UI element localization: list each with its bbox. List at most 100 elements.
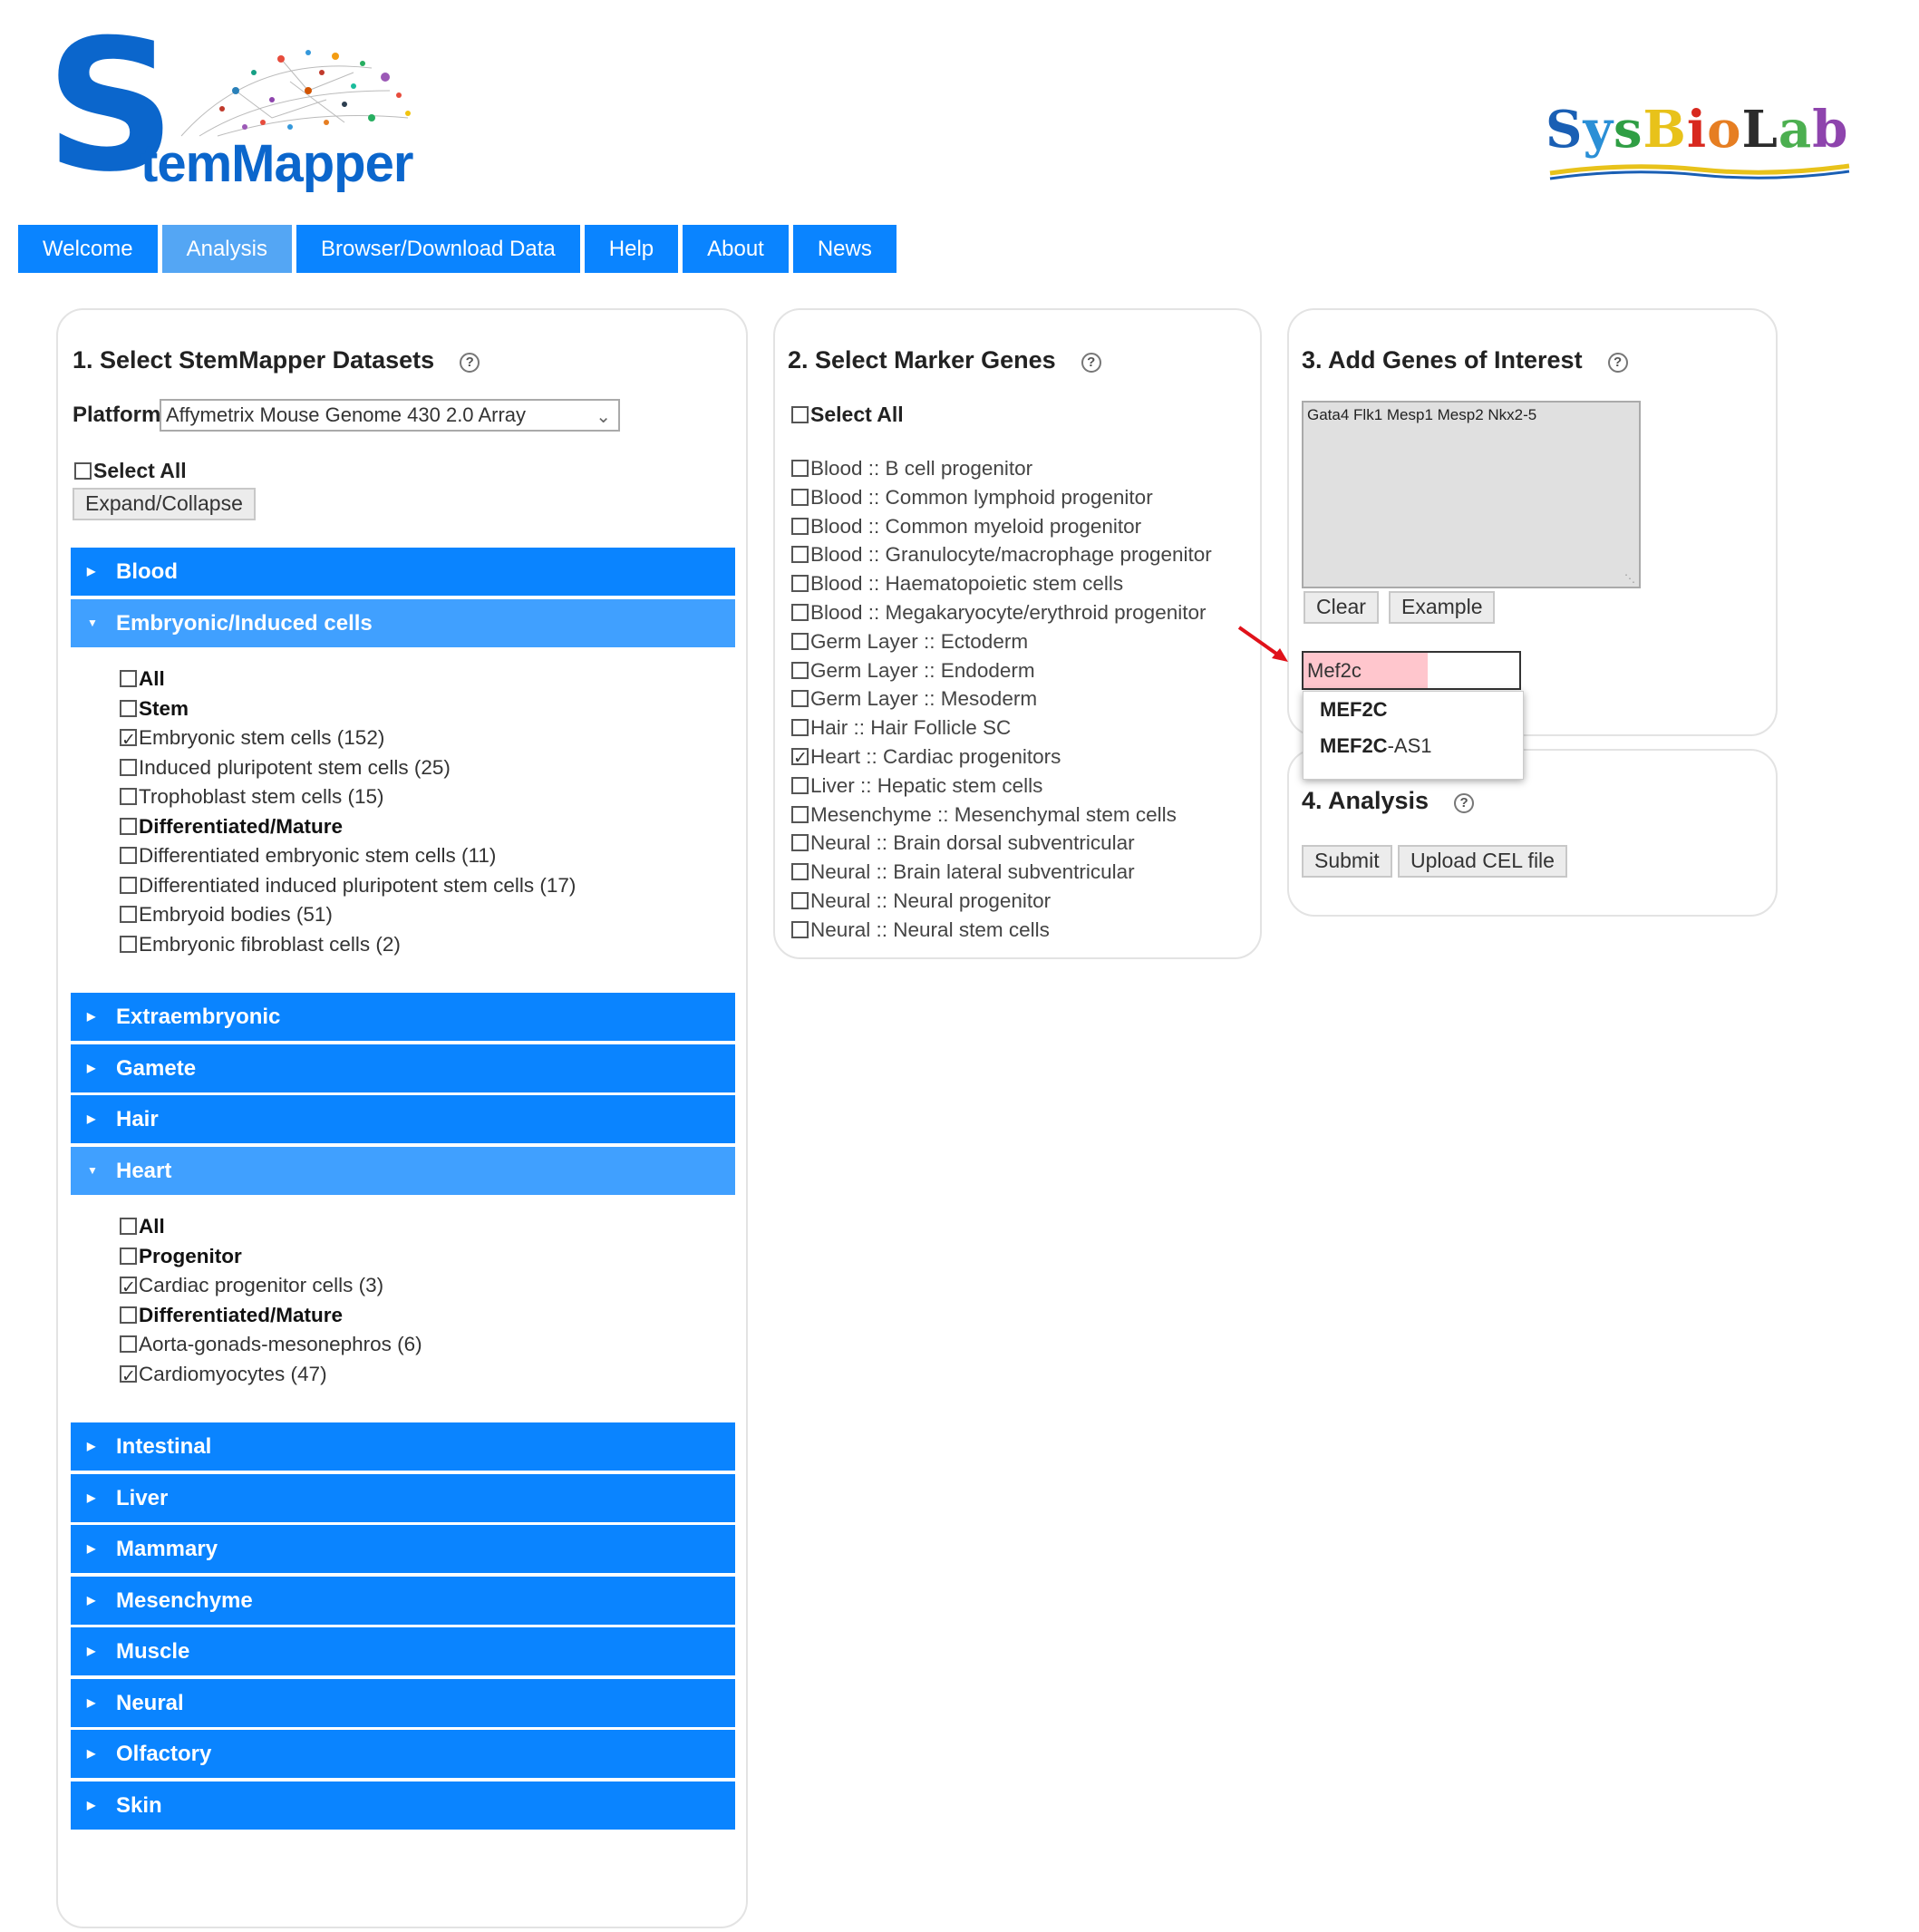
- category-header[interactable]: ▼ Heart: [71, 1146, 735, 1195]
- checkbox[interactable]: [791, 603, 809, 621]
- nav-help[interactable]: Help: [584, 225, 679, 273]
- marker-item[interactable]: Germ Layer :: Mesoderm: [791, 684, 1212, 714]
- expand-collapse-button[interactable]: Expand/Collapse: [73, 488, 256, 520]
- checkbox[interactable]: [791, 891, 809, 909]
- dataset-item[interactable]: Cardiomyocytes (47): [120, 1360, 422, 1391]
- help-icon[interactable]: ?: [1607, 353, 1628, 373]
- checkbox[interactable]: [120, 699, 137, 717]
- dataset-item[interactable]: Embryoid bodies (51): [120, 900, 576, 930]
- checkbox[interactable]: [120, 1247, 137, 1265]
- category-header[interactable]: ▶ Mammary: [71, 1525, 735, 1573]
- dataset-item[interactable]: All: [120, 1212, 422, 1242]
- nav-about[interactable]: About: [683, 225, 789, 273]
- platform-select[interactable]: Affymetrix Mouse Genome 430 2.0 Array ⌄: [160, 399, 620, 432]
- nav-browser-download[interactable]: Browser/Download Data: [296, 225, 580, 273]
- sysbiolab-logo[interactable]: SysBioLab: [1546, 104, 1863, 195]
- checkbox[interactable]: [791, 776, 809, 794]
- datasets-select-all[interactable]: Select All: [74, 459, 187, 483]
- category-header[interactable]: ▶ Olfactory: [71, 1730, 735, 1778]
- checkbox[interactable]: [74, 462, 92, 480]
- dataset-item[interactable]: All: [120, 665, 576, 694]
- checkbox[interactable]: [120, 847, 137, 864]
- dataset-item[interactable]: Differentiated/Mature: [120, 1301, 422, 1331]
- marker-item[interactable]: Neural :: Neural progenitor: [791, 887, 1212, 916]
- checkbox[interactable]: [120, 817, 137, 835]
- marker-item[interactable]: Liver :: Hepatic stem cells: [791, 772, 1212, 801]
- help-icon[interactable]: ?: [460, 353, 480, 373]
- marker-item[interactable]: Neural :: Neural stem cells: [791, 916, 1212, 945]
- dataset-item[interactable]: Trophoblast stem cells (15): [120, 782, 576, 812]
- checkbox[interactable]: [120, 758, 137, 776]
- upload-cel-button[interactable]: Upload CEL file: [1398, 845, 1567, 878]
- checkbox[interactable]: [120, 1306, 137, 1324]
- marker-item[interactable]: Neural :: Brain lateral subventricular: [791, 858, 1212, 887]
- nav-news[interactable]: News: [792, 225, 897, 273]
- marker-item[interactable]: Hair :: Hair Follicle SC: [791, 714, 1212, 743]
- nav-analysis[interactable]: Analysis: [161, 225, 292, 273]
- category-header[interactable]: ▶ Blood: [71, 548, 735, 596]
- marker-item[interactable]: Blood :: Common lymphoid progenitor: [791, 483, 1212, 512]
- dataset-item[interactable]: Cardiac progenitor cells (3): [120, 1271, 422, 1303]
- dataset-item[interactable]: Embryonic fibroblast cells (2): [120, 930, 576, 960]
- checkbox[interactable]: [791, 719, 809, 737]
- checkbox[interactable]: [791, 460, 809, 477]
- checkbox[interactable]: [791, 661, 809, 679]
- clear-button[interactable]: Clear: [1304, 591, 1379, 624]
- checkbox[interactable]: [120, 788, 137, 805]
- category-header[interactable]: ▶ Intestinal: [71, 1422, 735, 1471]
- dataset-item[interactable]: Progenitor: [120, 1242, 422, 1272]
- suggestion-item[interactable]: MEF2C: [1304, 692, 1523, 728]
- example-button[interactable]: Example: [1389, 591, 1496, 624]
- category-header[interactable]: ▼ Embryonic/Induced cells: [71, 598, 735, 647]
- submit-button[interactable]: Submit: [1302, 845, 1392, 878]
- checkbox[interactable]: [791, 488, 809, 506]
- checkbox[interactable]: [120, 1362, 137, 1391]
- checkbox[interactable]: [791, 863, 809, 881]
- nav-welcome[interactable]: Welcome: [18, 225, 158, 273]
- checkbox[interactable]: [791, 632, 809, 650]
- checkbox[interactable]: [791, 575, 809, 593]
- dataset-item[interactable]: Embryonic stem cells (152): [120, 723, 576, 755]
- suggestion-item[interactable]: MEF2C-AS1: [1304, 728, 1523, 764]
- category-header[interactable]: ▶ Hair: [71, 1095, 735, 1143]
- category-header[interactable]: ▶ Skin: [71, 1781, 735, 1830]
- marker-item[interactable]: Blood :: B cell progenitor: [791, 454, 1212, 483]
- dataset-item[interactable]: Induced pluripotent stem cells (25): [120, 753, 576, 783]
- category-header[interactable]: ▶ Muscle: [71, 1627, 735, 1675]
- marker-item[interactable]: Blood :: Common myeloid progenitor: [791, 512, 1212, 541]
- checkbox[interactable]: [120, 1218, 137, 1235]
- marker-item[interactable]: Blood :: Granulocyte/macrophage progenit…: [791, 540, 1212, 569]
- category-header[interactable]: ▶ Neural: [71, 1678, 735, 1727]
- marker-item[interactable]: Heart :: Cardiac progenitors: [791, 743, 1212, 773]
- marker-item[interactable]: Blood :: Haematopoietic stem cells: [791, 569, 1212, 598]
- dataset-item[interactable]: Stem: [120, 694, 576, 724]
- dataset-item[interactable]: Differentiated embryonic stem cells (11): [120, 841, 576, 871]
- checkbox[interactable]: [791, 805, 809, 823]
- help-icon[interactable]: ?: [1454, 793, 1475, 813]
- checkbox[interactable]: [120, 725, 137, 755]
- marker-item[interactable]: Neural :: Brain dorsal subventricular: [791, 829, 1212, 858]
- marker-item[interactable]: Blood :: Megakaryocyte/erythroid progeni…: [791, 598, 1212, 627]
- checkbox[interactable]: [120, 906, 137, 923]
- dataset-item[interactable]: Differentiated induced pluripotent stem …: [120, 871, 576, 901]
- checkbox[interactable]: [120, 1273, 137, 1303]
- marker-item[interactable]: Germ Layer :: Ectoderm: [791, 627, 1212, 656]
- checkbox[interactable]: [791, 690, 809, 708]
- category-header[interactable]: ▶ Extraembryonic: [71, 993, 735, 1041]
- checkbox[interactable]: [120, 1335, 137, 1353]
- dataset-item[interactable]: Aorta-gonads-mesonephros (6): [120, 1330, 422, 1360]
- dataset-item[interactable]: Differentiated/Mature: [120, 812, 576, 842]
- checkbox[interactable]: [120, 876, 137, 894]
- category-header[interactable]: ▶ Mesenchyme: [71, 1576, 735, 1625]
- resize-grip-icon[interactable]: ⋱: [1624, 572, 1635, 585]
- category-header[interactable]: ▶ Liver: [71, 1473, 735, 1522]
- checkbox[interactable]: [791, 546, 809, 564]
- checkbox[interactable]: [791, 744, 809, 773]
- checkbox[interactable]: [120, 935, 137, 953]
- checkbox[interactable]: [791, 834, 809, 852]
- checkbox[interactable]: [791, 920, 809, 938]
- genes-textarea[interactable]: Gata4 Flk1 Mesp1 Mesp2 Nkx2-5 ⋱: [1302, 401, 1641, 588]
- marker-item[interactable]: Mesenchyme :: Mesenchymal stem cells: [791, 801, 1212, 830]
- checkbox[interactable]: [791, 406, 809, 423]
- stemmapper-logo[interactable]: S temMapper: [45, 16, 413, 209]
